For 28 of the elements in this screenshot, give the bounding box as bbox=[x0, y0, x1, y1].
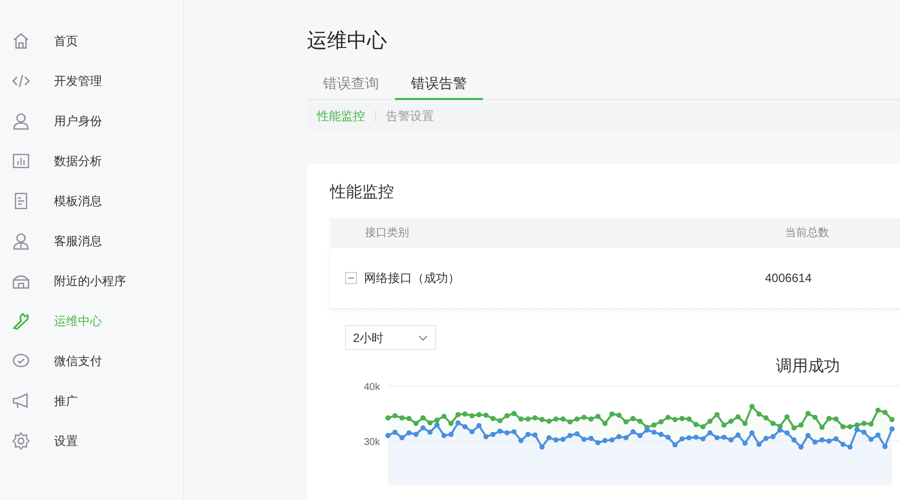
collapse-button[interactable] bbox=[345, 272, 357, 284]
range-select[interactable]: 2小时 bbox=[345, 325, 436, 350]
table-cell-text: 4006614 bbox=[765, 270, 812, 287]
chart-title: 调用成功 bbox=[776, 356, 840, 377]
settings-icon bbox=[11, 431, 31, 451]
sidebar-item[interactable]: 附近的小程序 bbox=[54, 272, 126, 290]
table-cell-text: 网络接口（成功） bbox=[364, 270, 461, 287]
axis-tick-label: 40k bbox=[364, 382, 380, 393]
person-icon bbox=[11, 231, 31, 251]
sidebar-item[interactable]: 客服消息 bbox=[54, 232, 102, 250]
column-header: 当前总数 bbox=[785, 226, 829, 241]
card-title: 性能监控 bbox=[330, 183, 395, 203]
sidebar-item[interactable]: 用户身份 bbox=[54, 112, 102, 130]
sidebar-item[interactable]: 数据分析 bbox=[54, 152, 102, 170]
chevron-down-icon bbox=[418, 334, 428, 340]
wrench-icon bbox=[11, 311, 31, 331]
sidebar-item[interactable]: 模板消息 bbox=[54, 192, 102, 210]
person-icon bbox=[11, 111, 31, 131]
sidebar-item[interactable]: 开发管理 bbox=[54, 72, 102, 90]
sidebar-item[interactable]: 首页 bbox=[54, 32, 78, 50]
home-icon bbox=[11, 31, 31, 51]
sidebar-item[interactable]: 推广 bbox=[54, 392, 78, 410]
sidebar-item[interactable]: 微信支付 bbox=[54, 352, 102, 370]
column-header: 接口类别 bbox=[365, 226, 410, 241]
sidebar-item[interactable]: 设置 bbox=[54, 432, 78, 450]
page-title: 运维中心 bbox=[307, 29, 388, 54]
bar-chart-icon bbox=[11, 151, 31, 171]
axis-tick-label: 30k bbox=[364, 437, 380, 448]
